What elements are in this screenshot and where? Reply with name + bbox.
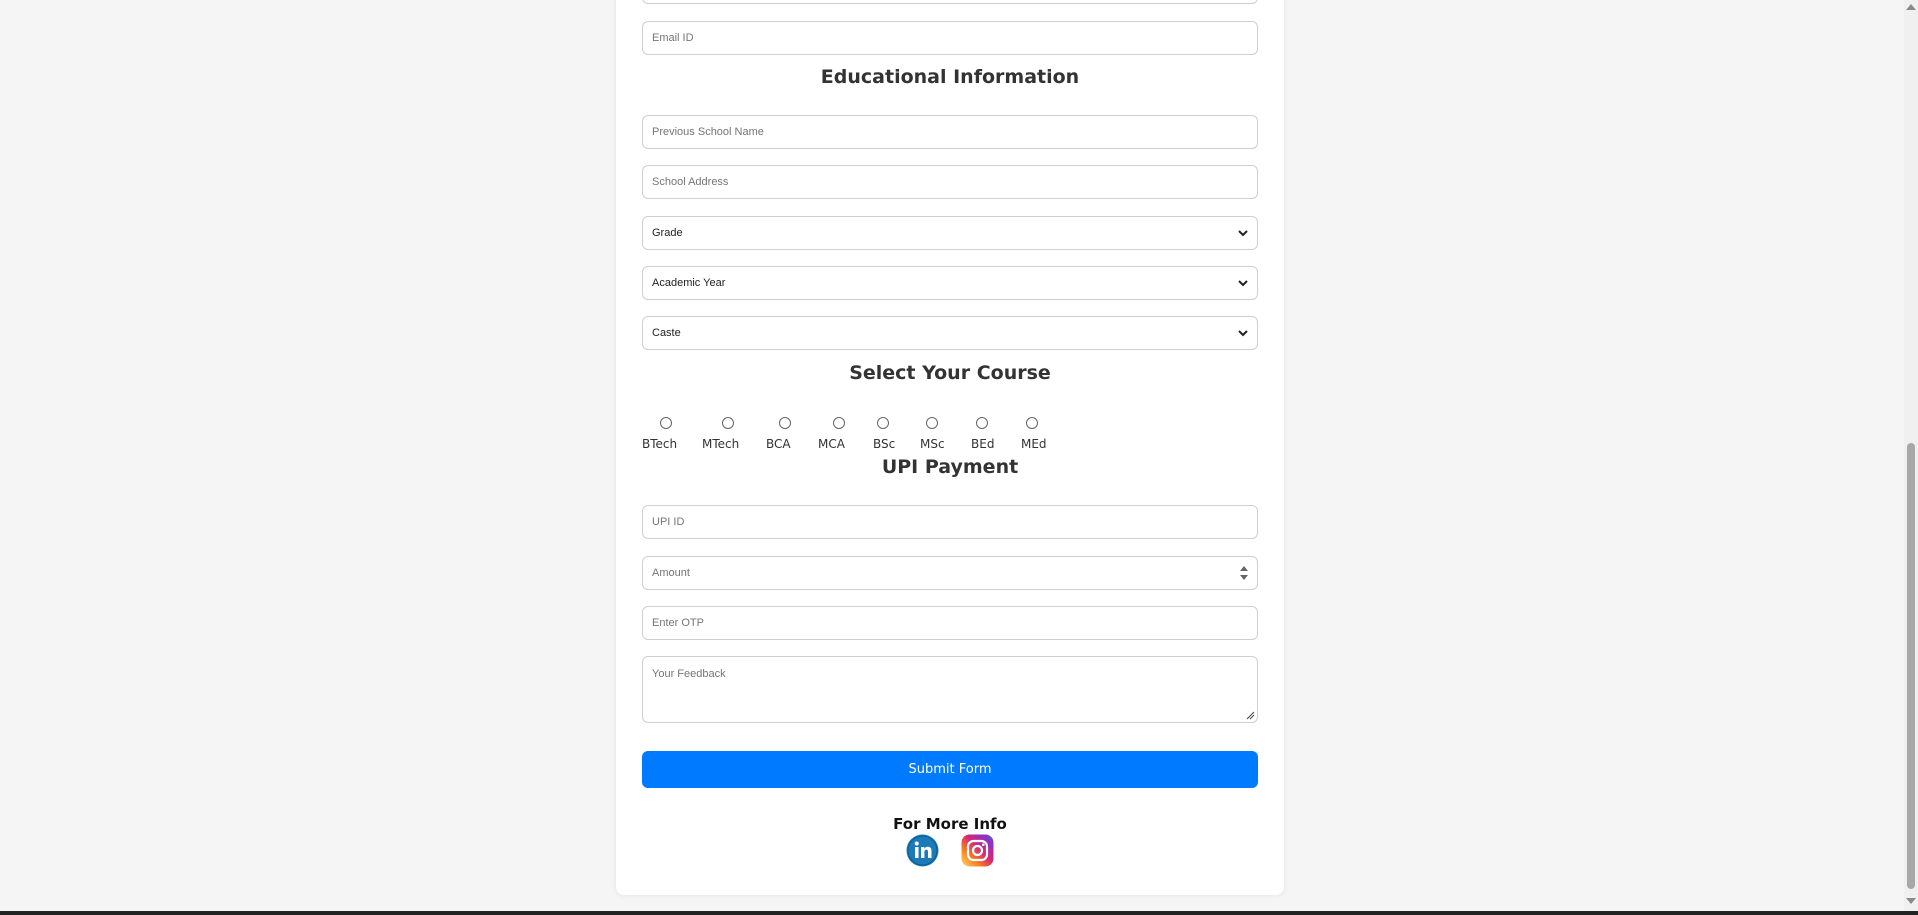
radio-mca[interactable] — [833, 417, 845, 429]
course-label-msc: MSc — [920, 437, 945, 451]
course-option-msc[interactable]: MSc — [920, 414, 960, 454]
chevron-down-icon — [1238, 230, 1248, 237]
chevron-down-icon — [1238, 330, 1248, 337]
feedback-textarea[interactable]: Your Feedback — [642, 656, 1258, 723]
otp-placeholder: Enter OTP — [652, 617, 704, 629]
education-heading: Educational Information — [820, 66, 1080, 88]
school-address-placeholder: School Address — [652, 176, 729, 188]
school-address-field[interactable]: School Address — [642, 165, 1258, 199]
email-field[interactable]: Email ID — [642, 21, 1258, 55]
course-label-mca: MCA — [818, 437, 845, 451]
course-label-mtech: MTech — [702, 437, 740, 451]
upi-id-field[interactable]: UPI ID — [642, 505, 1258, 539]
submit-form-button[interactable]: Submit Form — [642, 751, 1258, 788]
course-label-btech: BTech — [642, 437, 678, 451]
course-label-bed: BEd — [971, 437, 995, 451]
radio-msc[interactable] — [926, 417, 938, 429]
scrollbar-thumb[interactable] — [1907, 443, 1915, 889]
course-option-mtech[interactable]: MTech — [702, 414, 742, 454]
grade-select[interactable]: Grade — [642, 216, 1258, 250]
instagram-icon[interactable] — [961, 834, 994, 867]
linkedin-icon[interactable] — [906, 834, 939, 867]
course-option-bsc[interactable]: BSc — [873, 414, 913, 454]
otp-field[interactable]: Enter OTP — [642, 606, 1258, 640]
course-label-bca: BCA — [766, 437, 791, 451]
email-placeholder: Email ID — [652, 32, 694, 44]
academic-year-select-value: Academic Year — [652, 277, 726, 289]
previous-field-partial[interactable] — [642, 0, 1258, 4]
bottom-edge-bar — [0, 911, 1918, 915]
course-option-bed[interactable]: BEd — [971, 414, 1011, 454]
radio-btech[interactable] — [660, 417, 672, 429]
course-option-bca[interactable]: BCA — [766, 414, 806, 454]
resize-handle-icon[interactable] — [1245, 710, 1255, 720]
course-option-mca[interactable]: MCA — [818, 414, 858, 454]
course-option-btech[interactable]: BTech — [642, 414, 682, 454]
caste-select[interactable]: Caste — [642, 316, 1258, 350]
school-name-field[interactable]: Previous School Name — [642, 115, 1258, 149]
upi-heading: UPI Payment — [881, 456, 1019, 478]
more-info-label: For More Info — [893, 815, 1007, 833]
grade-select-value: Grade — [652, 227, 683, 239]
feedback-placeholder: Your Feedback — [652, 668, 726, 680]
caste-select-value: Caste — [652, 327, 681, 339]
scroll-up-arrow-icon[interactable] — [1906, 4, 1916, 10]
radio-bsc[interactable] — [877, 417, 889, 429]
radio-bed[interactable] — [976, 417, 988, 429]
course-label-bsc: BSc — [873, 437, 896, 451]
academic-year-select[interactable]: Academic Year — [642, 266, 1258, 300]
page-viewport: Email ID Educational Information Previou… — [0, 0, 1904, 911]
school-name-placeholder: Previous School Name — [652, 126, 764, 138]
course-option-med[interactable]: MEd — [1021, 414, 1061, 454]
chevron-down-icon — [1238, 280, 1248, 287]
course-label-med: MEd — [1021, 437, 1047, 451]
radio-mtech[interactable] — [722, 417, 734, 429]
radio-bca[interactable] — [779, 417, 791, 429]
upi-id-placeholder: UPI ID — [652, 516, 685, 528]
vertical-scrollbar[interactable] — [1904, 0, 1918, 911]
number-spinner-icon[interactable] — [1239, 564, 1249, 582]
amount-field[interactable]: Amount — [642, 556, 1258, 590]
scroll-down-arrow-icon[interactable] — [1906, 898, 1916, 904]
amount-placeholder: Amount — [652, 567, 690, 579]
course-heading: Select Your Course — [849, 362, 1051, 384]
radio-med[interactable] — [1026, 417, 1038, 429]
